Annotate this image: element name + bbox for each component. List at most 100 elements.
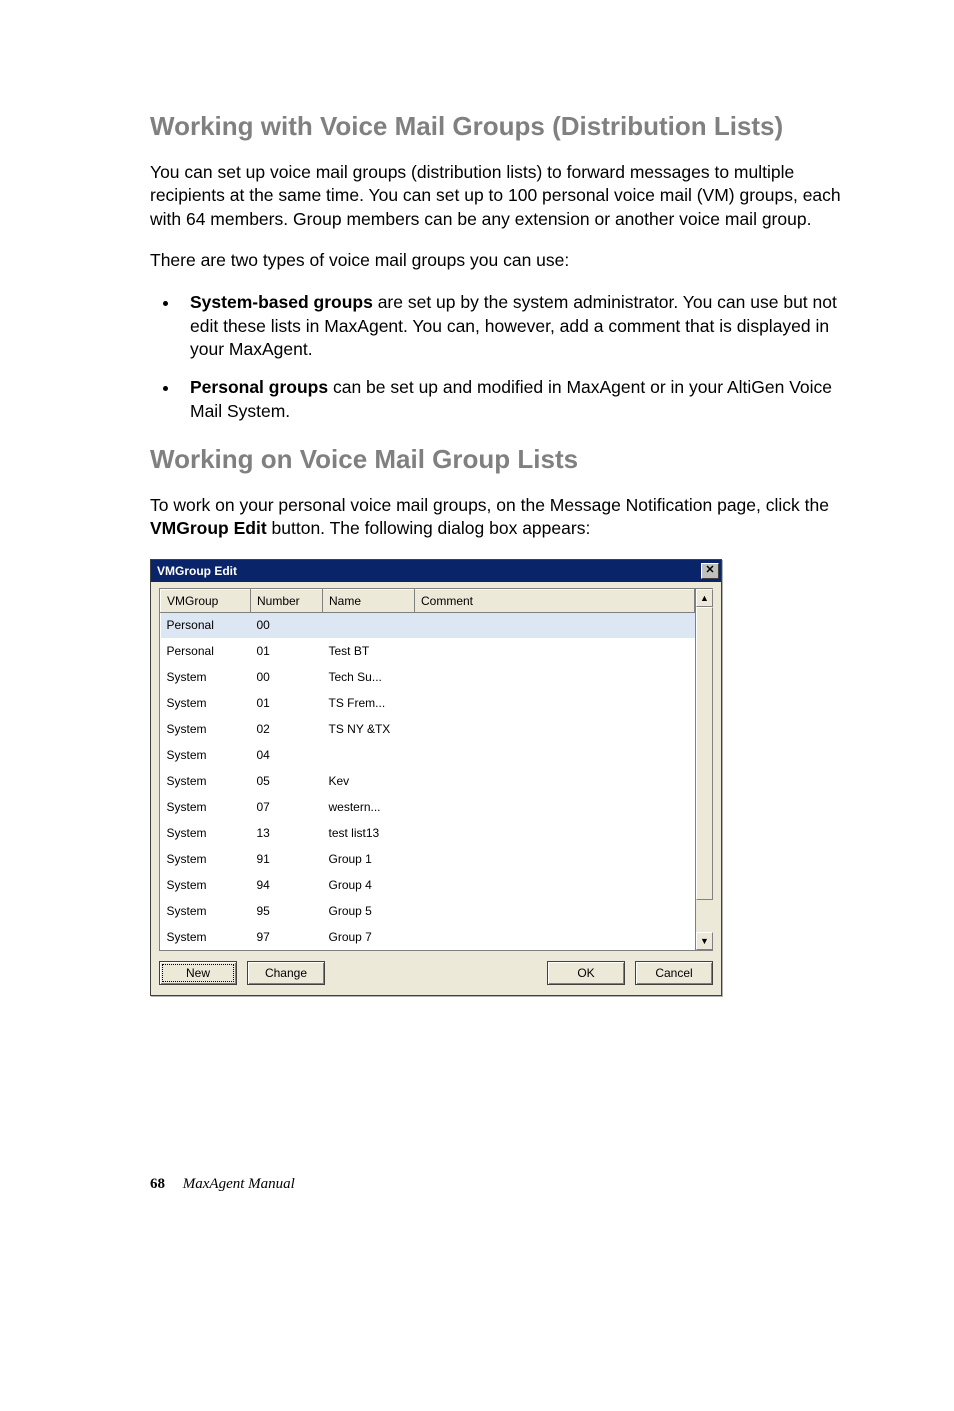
cell-group: System [161,742,251,768]
col-header-comment[interactable]: Comment [415,589,695,612]
cell-name: Group 7 [323,924,415,950]
cell-name [323,742,415,768]
cell-number: 01 [251,690,323,716]
cell-comment [415,742,695,768]
cell-number: 95 [251,898,323,924]
paragraph-intro: You can set up voice mail groups (distri… [150,161,854,232]
group-types-list: System-based groups are set up by the sy… [150,291,854,423]
cell-group: System [161,716,251,742]
bullet-label: System-based groups [190,292,373,312]
cell-group: Personal [161,612,251,638]
cell-name: Group 5 [323,898,415,924]
paragraph-instructions: To work on your personal voice mail grou… [150,494,854,541]
cell-comment [415,820,695,846]
cell-group: System [161,846,251,872]
close-icon[interactable]: ✕ [701,563,719,579]
cell-name: Group 1 [323,846,415,872]
cell-name: western... [323,794,415,820]
cell-name: Group 4 [323,872,415,898]
dialog-title: VMGroup Edit [157,564,237,578]
scroll-thumb[interactable] [696,607,713,900]
col-header-number[interactable]: Number [251,589,323,612]
cell-comment [415,716,695,742]
table-row[interactable]: Personal00 [161,612,695,638]
page-number: 68 [150,1176,165,1192]
table-row[interactable]: System01TS Frem... [161,690,695,716]
vmgroup-table-wrap: VMGroup Number Name Comment Personal00Pe… [159,588,713,952]
cell-group: System [161,820,251,846]
cell-comment [415,768,695,794]
cell-comment [415,898,695,924]
cell-comment [415,924,695,950]
cell-comment [415,794,695,820]
text-run: To work on your personal voice mail grou… [150,495,829,515]
table-row[interactable]: System04 [161,742,695,768]
paragraph-types: There are two types of voice mail groups… [150,249,854,273]
scroll-up-icon[interactable]: ▲ [696,589,713,607]
cell-comment [415,664,695,690]
cell-number: 02 [251,716,323,742]
cell-number: 91 [251,846,323,872]
cell-number: 05 [251,768,323,794]
page-footer: 68 MaxAgent Manual [150,1176,854,1193]
footer-title: MaxAgent Manual [183,1176,295,1192]
table-row[interactable]: System94Group 4 [161,872,695,898]
cell-name: Kev [323,768,415,794]
table-row[interactable]: System13test list13 [161,820,695,846]
cell-comment [415,612,695,638]
table-header-row: VMGroup Number Name Comment [161,589,695,612]
list-item: Personal groups can be set up and modifi… [180,376,854,423]
scroll-down-icon[interactable]: ▼ [696,932,713,950]
cell-group: System [161,690,251,716]
cell-name: Tech Su... [323,664,415,690]
cell-name: test list13 [323,820,415,846]
cell-number: 00 [251,612,323,638]
table-row[interactable]: System91Group 1 [161,846,695,872]
cell-comment [415,638,695,664]
vmgroup-table: VMGroup Number Name Comment Personal00Pe… [160,589,695,951]
new-button[interactable]: New [159,961,237,985]
cell-number: 97 [251,924,323,950]
heading-vm-groups: Working with Voice Mail Groups (Distribu… [150,110,854,143]
cell-group: System [161,898,251,924]
table-row[interactable]: System95Group 5 [161,898,695,924]
text-run-bold: VMGroup Edit [150,518,267,538]
table-row[interactable]: System00Tech Su... [161,664,695,690]
cell-number: 07 [251,794,323,820]
cell-group: System [161,768,251,794]
col-header-vmgroup[interactable]: VMGroup [161,589,251,612]
cell-number: 01 [251,638,323,664]
cancel-button[interactable]: Cancel [635,961,713,985]
text-run: button. The following dialog box appears… [267,518,591,538]
cell-name: TS NY &TX [323,716,415,742]
dialog-titlebar: VMGroup Edit ✕ [151,560,721,582]
list-item: System-based groups are set up by the sy… [180,291,854,362]
cell-number: 94 [251,872,323,898]
cell-group: System [161,924,251,950]
scroll-track[interactable] [696,607,713,933]
table-row[interactable]: System97Group 7 [161,924,695,950]
cell-comment [415,872,695,898]
cell-group: System [161,664,251,690]
table-row[interactable]: Personal01Test BT [161,638,695,664]
ok-button[interactable]: OK [547,961,625,985]
cell-comment [415,690,695,716]
table-row[interactable]: System02TS NY &TX [161,716,695,742]
vmgroup-edit-dialog: VMGroup Edit ✕ VMGroup [150,559,722,997]
col-header-name[interactable]: Name [323,589,415,612]
table-row[interactable]: System07western... [161,794,695,820]
cell-number: 13 [251,820,323,846]
change-button[interactable]: Change [247,961,325,985]
cell-name [323,612,415,638]
cell-number: 00 [251,664,323,690]
cell-name: Test BT [323,638,415,664]
heading-working-lists: Working on Voice Mail Group Lists [150,443,854,476]
table-row[interactable]: System05Kev [161,768,695,794]
cell-group: System [161,794,251,820]
bullet-label: Personal groups [190,377,328,397]
vertical-scrollbar[interactable]: ▲ ▼ [695,589,713,951]
cell-group: System [161,872,251,898]
cell-comment [415,846,695,872]
cell-name: TS Frem... [323,690,415,716]
cell-group: Personal [161,638,251,664]
